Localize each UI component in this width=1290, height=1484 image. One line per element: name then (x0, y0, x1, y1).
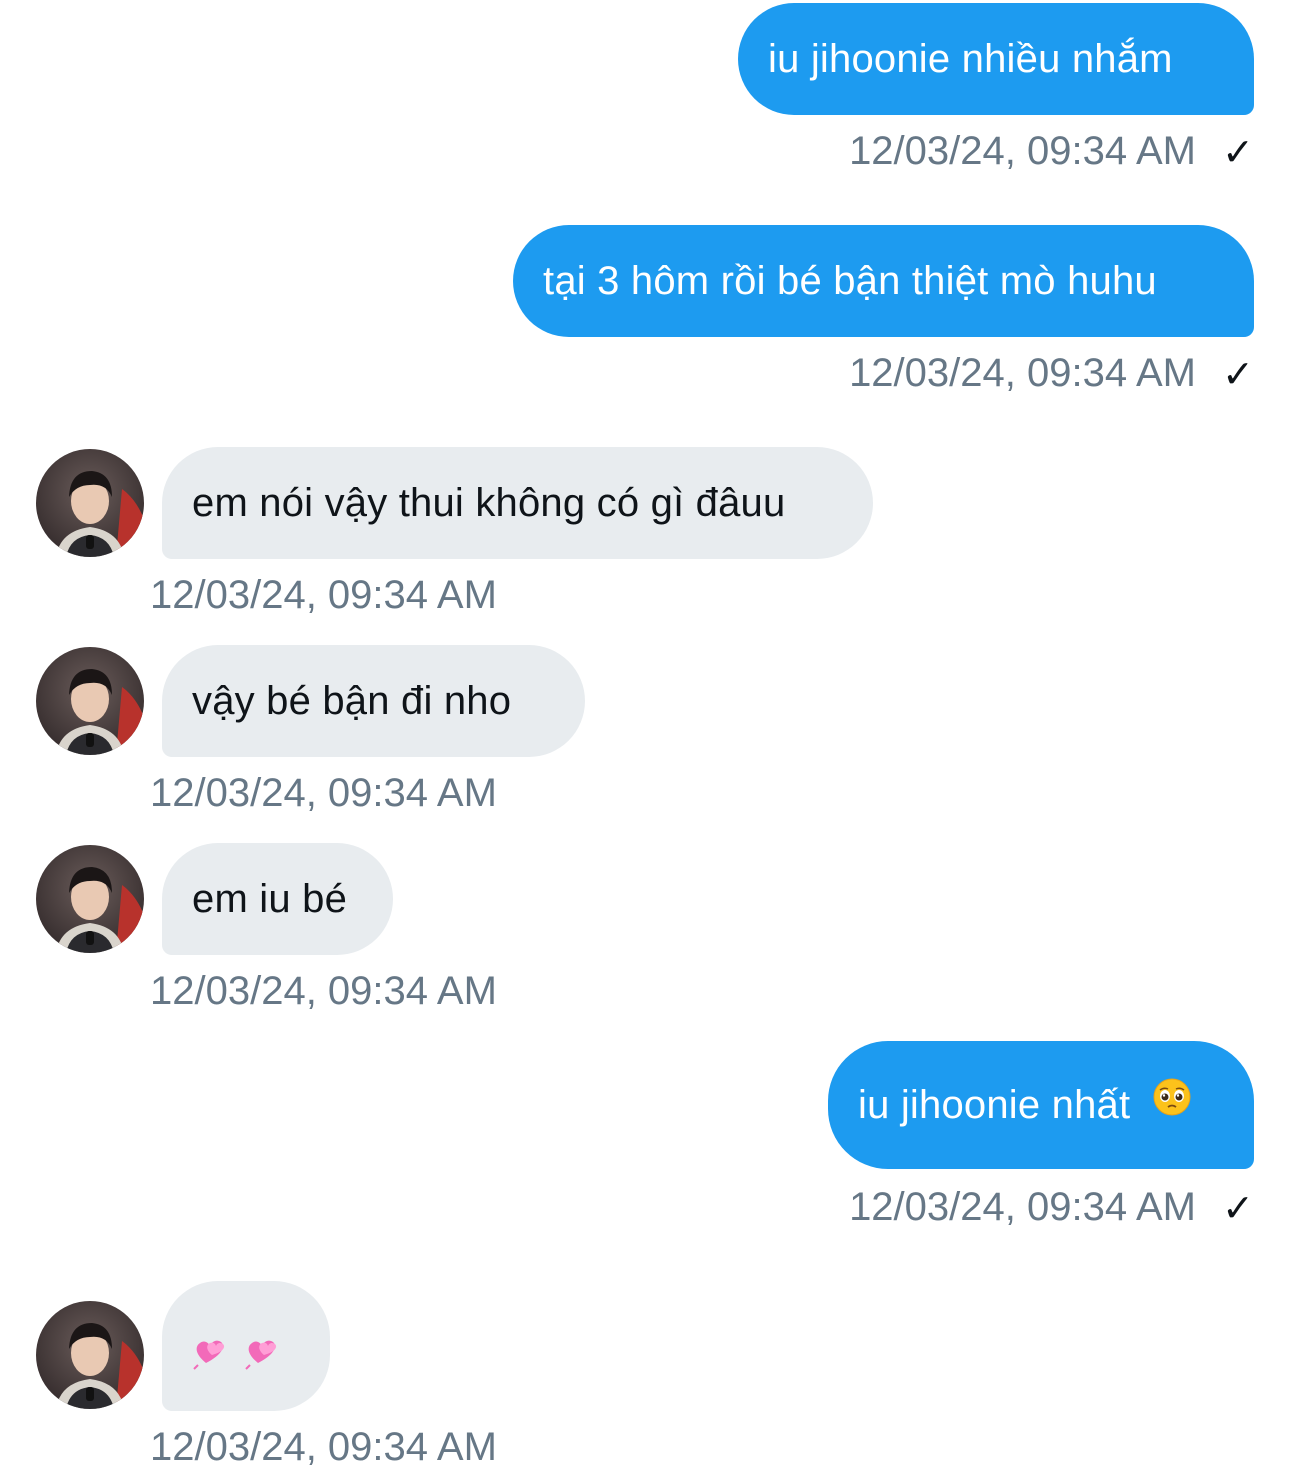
message-bubble-sent[interactable]: iu jihoonie nhất (828, 1041, 1254, 1169)
message-bubble-received[interactable]: em nói vậy thui không có gì đâuu (162, 447, 873, 559)
message-bubble-received[interactable]: em iu bé (162, 843, 393, 955)
message-timestamp: 12/03/24, 09:34 AM (849, 1185, 1196, 1229)
message-text: em nói vậy thui không có gì đâuu (192, 481, 786, 525)
message-bubble-sent[interactable]: iu jihoonie nhiều nhắm (738, 3, 1254, 115)
message-text: iu jihoonie nhiều nhắm (768, 37, 1173, 81)
avatar-image (36, 449, 144, 557)
message-timestamp: 12/03/24, 09:34 AM (150, 771, 497, 815)
avatar[interactable] (36, 845, 144, 953)
message-timestamp: 12/03/24, 09:34 AM (150, 1425, 497, 1469)
message-bubble-sent[interactable]: tại 3 hôm rồi bé bận thiệt mò huhu (513, 225, 1254, 337)
avatar[interactable] (36, 1301, 144, 1409)
message-timestamp: 12/03/24, 09:34 AM (150, 969, 497, 1013)
two-hearts-icon (193, 1340, 277, 1370)
avatar-image (36, 1301, 144, 1409)
message-bubble-received[interactable]: 💞 💞 (162, 1281, 330, 1411)
message-bubble-received[interactable]: vậy bé bận đi nho (162, 645, 585, 757)
message-text: vậy bé bận đi nho (192, 679, 512, 723)
avatar-image (36, 845, 144, 953)
pleading-face-icon (1152, 1040, 1192, 1168)
message-text: em iu bé (192, 877, 348, 921)
avatar[interactable] (36, 449, 144, 557)
message-text: iu jihoonie nhất (858, 1083, 1131, 1127)
message-timestamp: 12/03/24, 09:34 AM (849, 129, 1196, 173)
message-timestamp: 12/03/24, 09:34 AM (150, 573, 497, 617)
avatar-image (36, 647, 144, 755)
message-text: tại 3 hôm rồi bé bận thiệt mò huhu (543, 259, 1157, 303)
sent-check-icon: ✓ (1222, 1188, 1254, 1230)
avatar[interactable] (36, 647, 144, 755)
message-timestamp: 12/03/24, 09:34 AM (849, 351, 1196, 395)
sent-check-icon: ✓ (1222, 354, 1254, 396)
sent-check-icon: ✓ (1222, 132, 1254, 174)
